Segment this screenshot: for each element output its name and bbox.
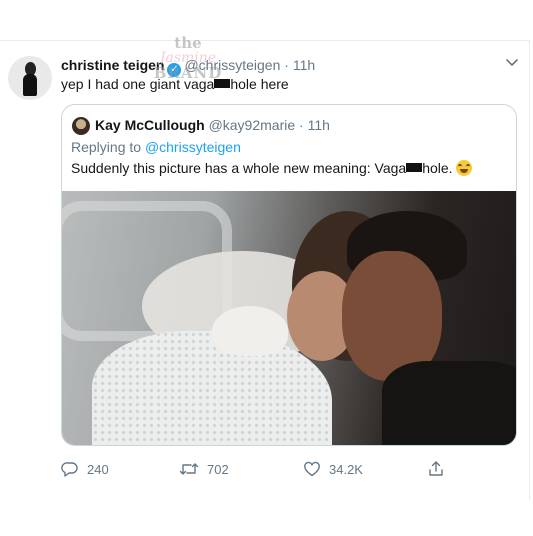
like-button[interactable]: 34.2K — [303, 460, 363, 478]
share-icon — [427, 460, 445, 478]
separator-dot: · — [284, 57, 289, 73]
right-divider — [529, 40, 530, 500]
watermark-line-1: the — [174, 34, 202, 52]
replying-to: Replying to @chrissyteigen — [71, 139, 241, 155]
quoted-display-name: Kay McCullough — [95, 117, 205, 133]
like-count: 34.2K — [329, 461, 363, 477]
tweet-text-start: yep I had one giant vaga — [61, 76, 215, 92]
tweet-text: yep I had one giant vaga hole here — [61, 76, 289, 92]
display-name[interactable]: christine teigen — [61, 57, 164, 73]
avatar[interactable] — [8, 56, 52, 100]
quoted-censor-bar — [406, 163, 423, 172]
tweet-text-end: hole here — [230, 76, 289, 92]
retweet-icon — [179, 460, 199, 478]
replying-prefix: Replying to — [71, 139, 142, 155]
tweet-header: christine teigen ✓ @chrissyteigen · 11h — [61, 57, 315, 77]
censor-bar — [214, 79, 231, 88]
quoted-timestamp: 11h — [307, 117, 330, 133]
tweet-photo[interactable] — [62, 191, 516, 445]
quoted-separator: · — [299, 117, 304, 133]
user-handle[interactable]: @chrissyteigen — [184, 57, 280, 73]
heart-icon — [303, 460, 321, 478]
reply-count: 240 — [87, 461, 109, 477]
quoted-text-end: hole. — [422, 160, 453, 176]
action-bar: 240 702 34.2K — [61, 460, 461, 480]
top-divider — [0, 40, 530, 41]
timestamp[interactable]: 11h — [293, 57, 315, 73]
quoted-text: Suddenly this picture has a whole new me… — [71, 160, 473, 176]
quoted-text-start: Suddenly this picture has a whole new me… — [71, 160, 407, 176]
quoted-handle: @kay92marie — [208, 117, 296, 133]
quoted-tweet[interactable]: Kay McCullough @kay92marie · 11h Replyin… — [61, 104, 517, 446]
share-button[interactable] — [427, 460, 445, 478]
verified-badge-icon: ✓ — [167, 63, 182, 77]
retweet-button[interactable]: 702 — [179, 460, 229, 478]
replying-mention[interactable]: @chrissyteigen — [145, 139, 241, 155]
tweet[interactable]: christine teigen ✓ @chrissyteigen · 11h ye… — [0, 0, 533, 536]
quoted-avatar — [72, 117, 90, 135]
reply-button[interactable]: 240 — [61, 460, 109, 478]
tears-of-joy-emoji-icon — [456, 160, 473, 176]
reply-icon — [61, 460, 79, 478]
chevron-down-icon[interactable] — [504, 54, 520, 70]
retweet-count: 702 — [207, 461, 229, 477]
quoted-header: Kay McCullough @kay92marie · 11h — [95, 117, 330, 133]
